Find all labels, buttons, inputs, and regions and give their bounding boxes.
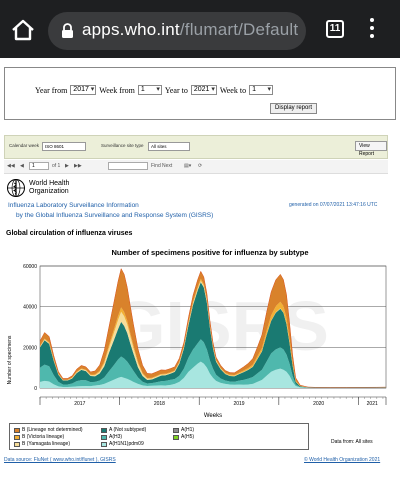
- who-logo-icon: [7, 179, 25, 197]
- legend-label: A (Not subtyped): [109, 427, 147, 433]
- who-name-line2: Organization: [29, 188, 69, 195]
- tab-switcher-button[interactable]: 11: [326, 20, 344, 38]
- year-from-select[interactable]: 2017: [70, 85, 97, 95]
- generated-timestamp: generated on 07/07/2021 13:47:16 UTC: [289, 202, 378, 208]
- legend-label: B (Lineage not determined): [22, 427, 83, 433]
- legend-swatch: [101, 434, 107, 440]
- year-to-label: Year to: [164, 85, 188, 95]
- refresh-icon[interactable]: ⟳: [198, 163, 202, 169]
- y-tick-label: 40000: [23, 305, 37, 311]
- url-path: /flumart/Default: [179, 20, 299, 39]
- x-group-label: 2020: [313, 401, 324, 407]
- page-number-input[interactable]: 1: [29, 162, 49, 170]
- filter-row: Year from 2017 Week from 1 Year to 2021 …: [35, 85, 274, 95]
- report-title: Influenza Laboratory Surveillance Inform…: [8, 202, 139, 209]
- influenza-subtype-chart: Number of specimens positive for influen…: [7, 248, 387, 419]
- legend-item: A(H3): [101, 434, 122, 440]
- next-page-icon[interactable]: ▶: [65, 163, 69, 169]
- calendar-week-select[interactable]: ISO 8601: [42, 142, 86, 151]
- legend-swatch: [14, 434, 20, 440]
- week-to-select[interactable]: 1: [249, 85, 274, 95]
- legend-item: A(H1): [173, 427, 194, 433]
- chart-title: Number of specimens positive for influen…: [111, 248, 308, 257]
- legend-swatch: [14, 427, 20, 433]
- site-type-select[interactable]: All sites: [148, 142, 190, 151]
- copyright-link[interactable]: © World Health Organization 2021: [304, 457, 380, 463]
- prev-page-icon[interactable]: ◀: [20, 163, 24, 169]
- y-axis-label: Number of specimens: [7, 335, 13, 384]
- address-bar[interactable]: apps.who.int/flumart/Default: [48, 12, 306, 50]
- lock-icon: [62, 23, 73, 38]
- section-heading: Global circulation of influenza viruses: [6, 230, 133, 237]
- export-icon[interactable]: ▤▾: [184, 163, 191, 169]
- display-report-button[interactable]: Display report: [270, 103, 318, 114]
- report-navigation-bar: ◀◀ ◀ 1 of 1 ▶ ▶▶ Find Next ▤▾ ⟳: [4, 160, 388, 174]
- gisrs-watermark: GISRS: [111, 287, 329, 365]
- find-input[interactable]: [108, 162, 148, 170]
- who-name-line1: World Health: [29, 180, 70, 187]
- data-from-note: Data from: All sites: [331, 439, 373, 445]
- legend-label: A(H5): [181, 434, 195, 440]
- browser-toolbar: apps.who.int/flumart/Default 11: [0, 0, 400, 58]
- who-name: World Health Organization: [29, 180, 69, 196]
- y-tick-label: 20000: [23, 345, 37, 351]
- week-to-label: Week to: [219, 85, 247, 95]
- url-text: apps.who.int/flumart/Default: [82, 20, 298, 40]
- legend-swatch: [14, 441, 20, 447]
- legend-item: B (Yamagata lineage): [14, 441, 70, 447]
- legend-swatch: [173, 427, 179, 433]
- week-from-label: Week from: [99, 85, 135, 95]
- x-group-label: 2019: [233, 401, 244, 407]
- y-tick-label: 0: [34, 386, 37, 392]
- legend-item: A (Not subtyped): [101, 427, 146, 433]
- legend-item: A(H1N1)pdm09: [101, 441, 144, 447]
- report-subtitle: by the Global Influenza Surveillance and…: [16, 212, 214, 219]
- view-report-button[interactable]: View Report: [355, 141, 387, 157]
- legend-swatch: [173, 434, 179, 440]
- x-group-label: 2021: [367, 401, 378, 407]
- first-page-icon[interactable]: ◀◀: [7, 163, 15, 169]
- find-link[interactable]: Find: [151, 163, 161, 169]
- legend-item: B (Lineage not determined): [14, 427, 83, 433]
- week-from-select[interactable]: 1: [137, 85, 162, 95]
- y-tick-label: 60000: [23, 264, 37, 270]
- legend-item: B (Victoria lineage): [14, 434, 64, 440]
- report-filter-form: Year from 2017 Week from 1 Year to 2021 …: [4, 67, 396, 120]
- calendar-week-label: Calendar week: [9, 143, 40, 148]
- page-of-text: of 1: [52, 163, 61, 169]
- x-group-label: 2018: [154, 401, 165, 407]
- legend-label: A(H1N1)pdm09: [109, 441, 144, 447]
- legend-label: A(H1): [181, 427, 195, 433]
- overflow-menu-icon[interactable]: [369, 18, 375, 40]
- site-type-label: Surveillance site type: [101, 143, 144, 148]
- report-parameters-bar: Calendar week ISO 8601 Surveillance site…: [4, 135, 388, 159]
- legend-label: B (Victoria lineage): [22, 434, 65, 440]
- legend-swatch: [101, 427, 107, 433]
- legend-item: A(H5): [173, 434, 194, 440]
- x-axis-label: Weeks: [204, 413, 222, 419]
- year-to-select[interactable]: 2021: [190, 85, 217, 95]
- legend-label: A(H3): [109, 434, 123, 440]
- last-page-icon[interactable]: ▶▶: [74, 163, 82, 169]
- x-group-label: 2017: [74, 401, 85, 407]
- next-link[interactable]: Next: [162, 163, 172, 169]
- chart-legend: B (Lineage not determined) B (Victoria li…: [9, 423, 309, 450]
- legend-swatch: [101, 441, 107, 447]
- data-source-link[interactable]: Data source: FluNet ( www.who.int/flunet…: [4, 457, 116, 463]
- home-icon[interactable]: [10, 17, 36, 43]
- legend-label: B (Yamagata lineage): [22, 441, 70, 447]
- url-host: apps.who.int: [82, 20, 180, 39]
- year-from-label: Year from: [35, 85, 68, 95]
